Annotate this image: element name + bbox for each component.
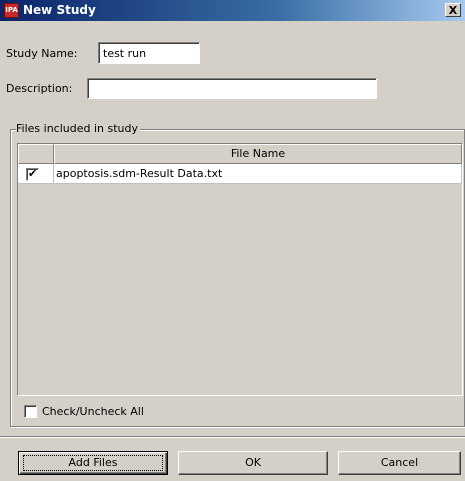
ok-label: OK (245, 456, 261, 469)
study-name-input[interactable] (98, 42, 200, 64)
table-row[interactable]: ✔ apoptosis.sdm-Result Data.txt (18, 164, 462, 184)
description-label: Description: (6, 82, 73, 95)
title-bar[interactable]: IPA New Study X (0, 0, 465, 21)
new-study-dialog: IPA New Study X Study Name: Description:… (0, 0, 465, 481)
row-checkbox[interactable]: ✔ (26, 166, 39, 181)
cancel-label: Cancel (380, 456, 419, 469)
checkbox-column-header[interactable] (18, 144, 54, 164)
file-name-cell: apoptosis.sdm-Result Data.txt (54, 164, 462, 184)
description-input[interactable] (87, 78, 377, 99)
add-files-label: Add Files (68, 456, 118, 469)
button-separator (0, 436, 465, 438)
check-all-control[interactable]: Check/Uncheck All (24, 403, 144, 419)
close-button[interactable]: X (445, 3, 461, 17)
check-all-label: Check/Uncheck All (42, 404, 144, 418)
table-header: File Name (18, 144, 462, 164)
check-all-checkbox[interactable] (24, 404, 37, 418)
add-files-button[interactable]: Add Files (18, 451, 168, 475)
study-name-label: Study Name: (6, 47, 78, 60)
cancel-button[interactable]: Cancel (338, 451, 461, 475)
files-group-legend: Files included in study (16, 122, 140, 136)
window-title: New Study (23, 3, 96, 17)
checkmark-icon: ✔ (28, 166, 38, 180)
row-checkbox-cell: ✔ (18, 164, 54, 184)
ok-button[interactable]: OK (178, 451, 328, 475)
app-icon: IPA (4, 3, 19, 18)
files-table: File Name ✔ apoptosis.sdm-Result Data.tx… (17, 143, 463, 396)
file-name-column-header[interactable]: File Name (54, 144, 462, 164)
